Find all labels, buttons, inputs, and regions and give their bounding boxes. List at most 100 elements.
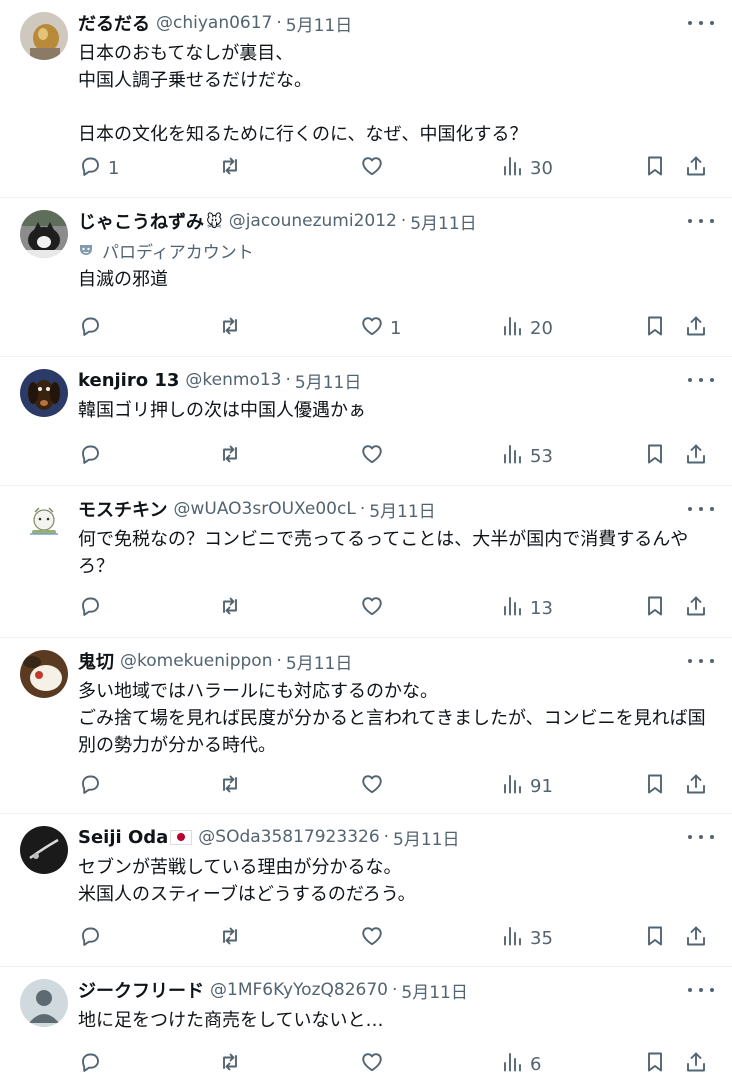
bookmark-button[interactable]	[643, 1049, 667, 1079]
avatar[interactable]	[20, 210, 68, 258]
retweet-button[interactable]	[218, 923, 248, 953]
retweet-icon	[218, 154, 242, 183]
avatar[interactable]	[20, 12, 68, 60]
more-dots-icon[interactable]	[688, 16, 714, 30]
reply-button[interactable]: 1	[78, 153, 119, 183]
bar-chart-icon	[500, 924, 524, 953]
tweet[interactable]: Seiji Oda @SOda35817923326 · 5月11日 セブンが苦戦してい…	[0, 814, 732, 967]
retweet-button[interactable]	[218, 313, 248, 343]
reply-button[interactable]	[78, 1049, 108, 1079]
tweet[interactable]: じゃこうねずみ 🐭 @jacounezumi2012 · 5月11日 パロディアカウント自…	[0, 198, 732, 357]
bookmark-button[interactable]	[643, 923, 667, 953]
tweet-text: 自滅の邪道	[78, 269, 168, 290]
share-button[interactable]	[684, 1049, 708, 1079]
display-name[interactable]: ジークフリード	[78, 977, 204, 1003]
retweet-button[interactable]	[218, 153, 248, 183]
views-button[interactable]: 53	[500, 441, 553, 471]
tweet-text: 多い地域ではハラールにも対応するのかな。 ごみ捨て場を見れば民度が分かると言われ…	[78, 681, 706, 756]
reply-button[interactable]	[78, 441, 108, 471]
more-dots-icon[interactable]	[688, 214, 714, 228]
tweet-date[interactable]: 5月11日	[369, 497, 435, 522]
tweet-date[interactable]: 5月11日	[401, 978, 467, 1003]
speech-bubble-icon	[78, 1050, 102, 1079]
views-button[interactable]: 20	[500, 313, 553, 343]
retweet-button[interactable]	[218, 593, 248, 623]
more-dots-icon[interactable]	[688, 830, 714, 844]
views-button[interactable]: 30	[500, 153, 553, 183]
avatar[interactable]	[20, 979, 68, 1027]
avatar[interactable]	[20, 369, 68, 417]
bookmark-button[interactable]	[643, 771, 667, 801]
reply-button[interactable]	[78, 593, 108, 623]
views-button[interactable]: 13	[500, 593, 553, 623]
views-button[interactable]: 35	[500, 923, 553, 953]
retweet-button[interactable]	[218, 771, 248, 801]
reply-button[interactable]	[78, 313, 108, 343]
view-count: 30	[530, 157, 553, 179]
more-dots-icon[interactable]	[688, 654, 714, 668]
tweet-date[interactable]: 5月11日	[286, 11, 352, 36]
more-dots-icon[interactable]	[688, 502, 714, 516]
tweet[interactable]: ジークフリード @1MF6KyYozQ82670 · 5月11日 地に足をつけた商売をし…	[0, 967, 732, 1092]
tweet[interactable]: モスチキン @wUAO3srOUXe00cL · 5月11日 何で免税なの？コンビニで売…	[0, 486, 732, 638]
share-button[interactable]	[684, 771, 708, 801]
bookmark-button[interactable]	[643, 593, 667, 623]
user-handle[interactable]: @1MF6KyYozQ82670	[210, 980, 388, 1000]
separator-dot: ·	[276, 651, 282, 671]
display-name[interactable]: だるだる	[78, 10, 150, 36]
share-button[interactable]	[684, 923, 708, 953]
tweet-date[interactable]: 5月11日	[286, 649, 352, 674]
heart-icon	[360, 594, 384, 623]
like-button[interactable]: 1	[360, 313, 401, 343]
bar-chart-icon	[500, 772, 524, 801]
user-handle[interactable]: @kenmo13	[185, 370, 281, 390]
user-handle[interactable]: @wUAO3srOUXe00cL	[173, 499, 355, 519]
display-name[interactable]: モスチキン	[78, 496, 167, 522]
display-name[interactable]: kenjiro 13	[78, 370, 179, 391]
tweet[interactable]: 鬼切 @komekuenippon · 5月11日多い地域ではハラールにも対応するのか…	[0, 638, 732, 814]
share-button[interactable]	[684, 593, 708, 623]
bookmark-button[interactable]	[643, 153, 667, 183]
like-button[interactable]	[360, 153, 390, 183]
reply-button[interactable]	[78, 923, 108, 953]
view-count: 20	[530, 317, 553, 339]
like-button[interactable]	[360, 923, 390, 953]
separator-dot: ·	[276, 13, 282, 33]
tweet-date[interactable]: 5月11日	[295, 368, 361, 393]
tweet[interactable]: だるだる @chiyan0617 · 5月11日 日本のおもてなしが裏目、 中国人調子乗…	[0, 0, 732, 198]
views-button[interactable]: 6	[500, 1049, 541, 1079]
display-name[interactable]: じゃこうねずみ	[78, 208, 204, 234]
tweet-date[interactable]: 5月11日	[410, 209, 476, 234]
more-dots-icon[interactable]	[688, 373, 714, 387]
display-name[interactable]: Seiji Oda	[78, 827, 168, 848]
avatar[interactable]	[20, 650, 68, 698]
avatar[interactable]	[20, 498, 68, 546]
like-button[interactable]	[360, 771, 390, 801]
share-button[interactable]	[684, 313, 708, 343]
user-handle[interactable]: @komekuenippon	[120, 651, 272, 671]
tweet[interactable]: kenjiro 13 @kenmo13 · 5月11日 韓国ゴリ押しの次は中国人優遇かぁ…	[0, 357, 732, 486]
avatar[interactable]	[20, 826, 68, 874]
user-handle[interactable]: @SOda35817923326	[198, 827, 379, 847]
user-handle[interactable]: @chiyan0617	[156, 13, 272, 33]
user-handle[interactable]: @jacounezumi2012	[229, 211, 397, 231]
like-button[interactable]	[360, 1049, 390, 1079]
bookmark-icon	[643, 772, 667, 801]
more-dots-icon[interactable]	[688, 983, 714, 997]
reply-button[interactable]	[78, 771, 108, 801]
retweet-button[interactable]	[218, 1049, 248, 1079]
like-button[interactable]	[360, 441, 390, 471]
like-button[interactable]	[360, 593, 390, 623]
views-button[interactable]: 91	[500, 771, 553, 801]
bookmark-button[interactable]	[643, 313, 667, 343]
retweet-icon	[218, 442, 242, 471]
bookmark-button[interactable]	[643, 441, 667, 471]
retweet-button[interactable]	[218, 441, 248, 471]
tweet-date[interactable]: 5月11日	[393, 825, 459, 850]
heart-icon	[360, 314, 384, 343]
display-name[interactable]: 鬼切	[78, 648, 114, 674]
share-button[interactable]	[684, 153, 708, 183]
share-icon	[684, 772, 708, 801]
share-button[interactable]	[684, 441, 708, 471]
speech-bubble-icon	[78, 442, 102, 471]
